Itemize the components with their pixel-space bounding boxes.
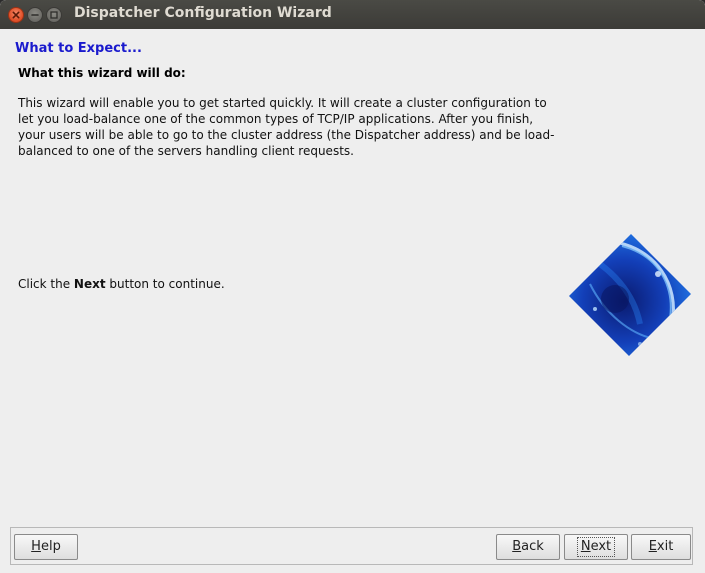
description-text: This wizard will enable you to get start… <box>18 96 555 158</box>
exit-mnemonic: E <box>648 539 657 554</box>
page-subheading: What this wizard will do: <box>18 66 186 80</box>
continue-instruction: Click the Next button to continue. <box>18 277 225 291</box>
help-mnemonic: H <box>31 539 41 554</box>
continue-suffix: button to continue. <box>105 277 225 291</box>
exit-button[interactable]: Exit <box>631 534 691 560</box>
window-title: Dispatcher Configuration Wizard <box>74 5 332 21</box>
help-label-rest: elp <box>40 539 61 554</box>
continue-next-word: Next <box>73 277 106 291</box>
next-label-rest: ext <box>590 539 612 554</box>
maximize-icon[interactable] <box>46 7 62 23</box>
back-button[interactable]: Back <box>496 534 560 560</box>
next-button[interactable]: Next <box>564 534 628 560</box>
page-heading: What to Expect... <box>15 41 142 56</box>
back-label-rest: ack <box>521 539 544 554</box>
continue-prefix: Click the <box>18 277 74 291</box>
exit-label-rest: xit <box>656 539 674 554</box>
wizard-window: Dispatcher Configuration Wizard What to … <box>0 0 705 573</box>
minimize-icon[interactable] <box>27 7 43 23</box>
dispatcher-logo <box>569 234 691 356</box>
title-bar[interactable]: Dispatcher Configuration Wizard <box>0 0 705 29</box>
next-focus-ring: Next <box>576 537 616 557</box>
help-button[interactable]: Help <box>14 534 78 560</box>
close-icon[interactable] <box>8 7 24 23</box>
next-mnemonic: N <box>580 539 591 554</box>
back-mnemonic: B <box>512 539 522 554</box>
